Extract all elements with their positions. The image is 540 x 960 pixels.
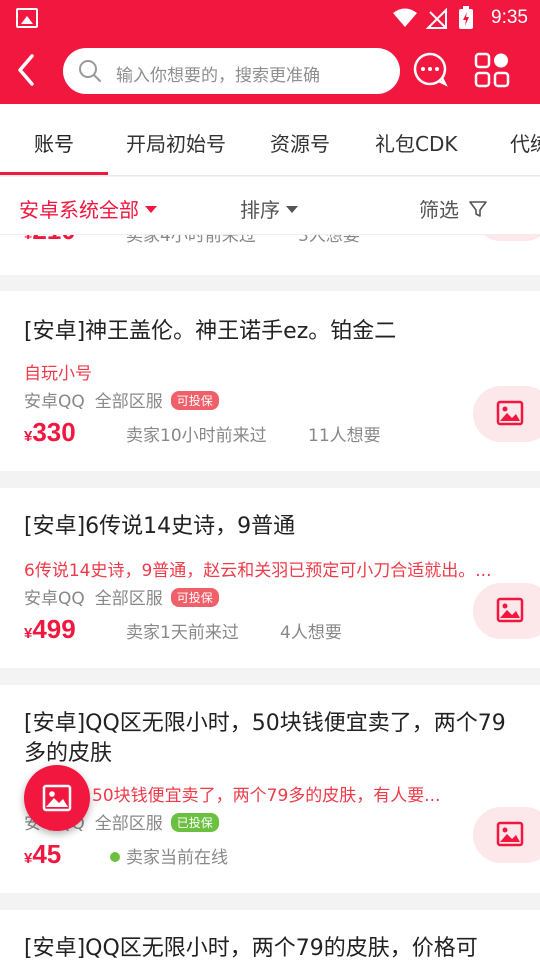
online-dot-icon [110, 852, 120, 862]
back-arrow-icon[interactable] [10, 50, 46, 90]
thumbnail[interactable] [473, 807, 540, 863]
listing-description: 6传说14史诗，9普通，赵云和关羽已预定可小刀合适就出。... [24, 561, 492, 581]
wants-count: 11人想要 [308, 426, 381, 446]
image-notification-icon [16, 8, 38, 28]
thumbnail[interactable] [473, 235, 540, 241]
wants-count: 3人想要 [298, 235, 360, 246]
search-icon [79, 60, 101, 82]
chat-bubble-icon[interactable] [412, 51, 448, 87]
platform: 安卓QQ [24, 589, 85, 609]
tab-resource-account[interactable]: 资源号 [270, 128, 330, 157]
filter-label: 筛选 [419, 198, 459, 222]
no-signal-icon [426, 8, 447, 29]
seller-activity: 卖家当前在线 [110, 843, 228, 868]
tab-boosting[interactable]: 代练 [510, 128, 540, 157]
search-placeholder: 输入你想要的，搜索更准确 [116, 66, 320, 86]
price-value: 45 [32, 839, 62, 869]
server-zone: 全部区服 [94, 814, 163, 834]
list-item[interactable]: [安卓]QQ区无限小时，两个79的皮肤，价格可 [0, 910, 540, 960]
sort-filter-label: 排序 [240, 198, 280, 222]
tab-account[interactable]: 账号 [34, 128, 74, 157]
battery-charging-icon [459, 6, 473, 29]
platform: 安卓QQ [24, 392, 85, 412]
seller-activity: 卖家10小时前来过 [126, 426, 267, 446]
category-grid-icon[interactable] [474, 52, 510, 88]
listing-title: [安卓]6传说14史诗，9普通 [24, 514, 296, 539]
server-zone: 全部区服 [94, 392, 163, 412]
image-icon [496, 821, 524, 847]
price-value: 210 [32, 235, 75, 245]
listing-title: [安卓]QQ区无限小时，50块钱便宜卖了，两个79多的皮肤 [24, 711, 506, 766]
listing-title: [安卓]QQ区无限小时，两个79的皮肤，价格可 [24, 936, 478, 960]
list-item[interactable]: ¥210 卖家4小时前来过 3人想要 [0, 235, 540, 275]
insurance-badge: 可投保 [170, 588, 219, 607]
listing-list[interactable]: ¥210 卖家4小时前来过 3人想要 [安卓]神王盖伦。神王诺手ez。铂金二 自… [0, 235, 540, 960]
seller-activity: 卖家1天前来过 [126, 623, 239, 643]
price: ¥210 [24, 235, 76, 246]
wifi-icon [393, 8, 417, 27]
caret-down-icon [145, 206, 157, 213]
advanced-filter[interactable]: 筛选 [419, 194, 488, 223]
price: ¥499 [24, 614, 76, 645]
seller-activity: 卖家4小时前来过 [126, 235, 256, 246]
top-bar: 输入你想要的，搜索更准确 [0, 38, 540, 104]
tab-gift-cdk[interactable]: 礼包CDK [375, 128, 457, 157]
listing-meta: 安卓QQ 全部区服 可投保 [24, 387, 219, 412]
status-bar: 9:35 [0, 0, 540, 38]
image-icon [496, 400, 524, 426]
search-input[interactable]: 输入你想要的，搜索更准确 [63, 48, 400, 94]
floating-image-button[interactable] [24, 765, 90, 831]
price-value: 330 [32, 417, 76, 447]
listing-description: 自玩小号 [24, 364, 92, 384]
caret-down-icon [286, 206, 298, 213]
list-item[interactable]: [安卓]神王盖伦。神王诺手ez。铂金二 自玩小号 安卓QQ 全部区服 可投保 ¥33… [0, 291, 540, 471]
filter-bar: 安卓系统全部 排序 筛选 [0, 177, 540, 235]
seller-status: 卖家当前在线 [126, 848, 228, 868]
server-zone: 全部区服 [94, 589, 163, 609]
system-filter-label: 安卓系统全部 [19, 198, 139, 222]
category-tabs: 账号 开局初始号 资源号 礼包CDK 代练 [0, 104, 540, 176]
sort-filter[interactable]: 排序 [240, 194, 298, 223]
image-icon [496, 597, 524, 623]
price: ¥45 [24, 839, 61, 870]
thumbnail[interactable] [473, 386, 540, 442]
thumbnail[interactable] [473, 583, 540, 639]
insurance-badge: 已投保 [170, 813, 219, 832]
clock: 9:35 [491, 7, 528, 28]
price: ¥330 [24, 417, 76, 448]
listing-title: [安卓]神王盖伦。神王诺手ez。铂金二 [24, 319, 397, 344]
insurance-badge: 可投保 [170, 391, 219, 410]
wants-count: 4人想要 [280, 623, 342, 643]
image-icon [42, 784, 72, 812]
listing-description: 限小时，50块钱便宜卖了，两个79多的皮肤，有人要... [24, 786, 441, 806]
listing-meta: 安卓QQ 全部区服 可投保 [24, 584, 219, 609]
tab-starter-account[interactable]: 开局初始号 [126, 128, 226, 157]
system-filter[interactable]: 安卓系统全部 [19, 194, 157, 223]
funnel-icon [469, 201, 488, 217]
list-item[interactable]: [安卓]6传说14史诗，9普通 6传说14史诗，9普通，赵云和关羽已预定可小刀合… [0, 488, 540, 668]
price-value: 499 [32, 614, 76, 644]
active-tab-indicator [0, 172, 108, 175]
